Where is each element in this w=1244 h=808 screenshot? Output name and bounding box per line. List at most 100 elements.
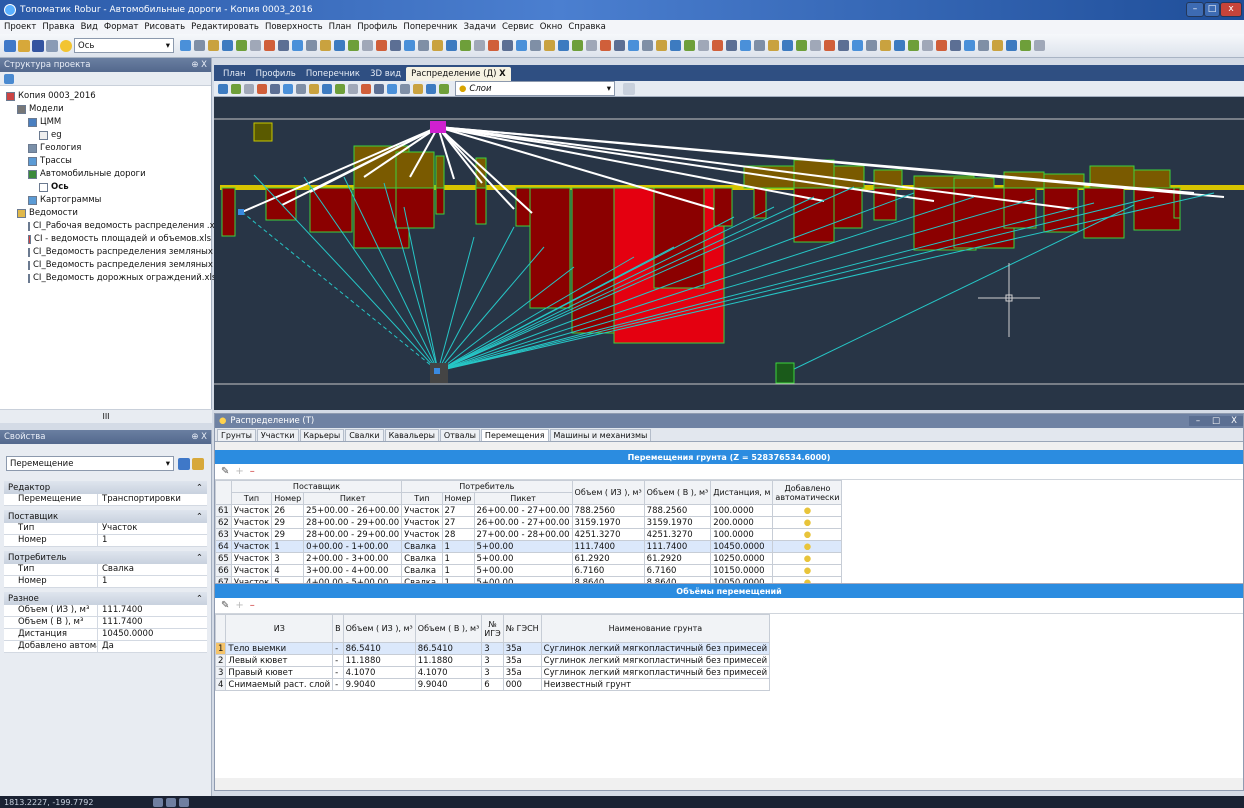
table-cell[interactable]: 8.8640 <box>571 576 645 583</box>
table-cell[interactable]: 10050.0000 <box>710 576 774 583</box>
toolbar-tool-icon[interactable] <box>824 40 835 51</box>
table-cell[interactable]: 6.7160 <box>571 564 645 577</box>
close-window-button[interactable]: X <box>1225 416 1243 426</box>
tab-spoil[interactable]: Отвалы <box>439 429 480 441</box>
table-cell[interactable]: Правый кювет <box>225 666 334 679</box>
toolbar-tool-icon[interactable] <box>712 40 723 51</box>
menu-tasks[interactable]: Задачи <box>464 22 496 32</box>
table-cell[interactable]: 10250.0000 <box>710 552 774 565</box>
toolbar-tool-icon[interactable] <box>264 40 275 51</box>
table-cell[interactable]: Участок <box>401 504 443 517</box>
col-consumer-picket[interactable]: Пикет <box>473 492 573 505</box>
property-value[interactable]: 111.7400 <box>98 617 143 628</box>
table-cell[interactable]: 6.7160 <box>643 564 712 577</box>
toolbar-tool-icon[interactable] <box>670 40 681 51</box>
cad-tool-icon[interactable] <box>257 83 267 94</box>
table-cell[interactable]: 10150.0000 <box>710 564 774 577</box>
table-row[interactable]: 62 Участок 29 28+00.00 - 29+00.00 Участок 27 2… <box>215 516 843 529</box>
col-distance[interactable]: Дистанция, м <box>710 480 774 505</box>
toolbar-tool-icon[interactable] <box>908 40 919 51</box>
col-supplier[interactable]: Поставщик <box>230 480 403 493</box>
edit-icon[interactable]: ✎ <box>221 600 229 611</box>
col-gesn[interactable]: № ГЭСН <box>502 614 542 643</box>
table-cell[interactable]: Неизвестный грунт <box>540 678 771 691</box>
table-cell[interactable]: 1 <box>441 552 475 565</box>
cad-tool-icon[interactable] <box>322 83 332 94</box>
sort-icon[interactable] <box>192 457 204 470</box>
scroll-thumb[interactable]: III <box>102 412 109 421</box>
cad-tool-icon[interactable] <box>387 83 397 94</box>
toolbar-tool-icon[interactable] <box>544 40 555 51</box>
table-cell[interactable]: Снимаемый раст. слой <box>225 678 334 691</box>
toolbar-tool-icon[interactable] <box>964 40 975 51</box>
tree-item[interactable]: ЦММ <box>0 116 211 129</box>
cad-tool-icon[interactable] <box>296 83 306 94</box>
toolbar-tool-icon[interactable] <box>404 40 415 51</box>
col-consumer-type[interactable]: Тип <box>401 492 443 505</box>
table-cell[interactable]: ● <box>772 540 843 553</box>
table-cell[interactable]: 100.0000 <box>710 528 774 541</box>
table-cell[interactable]: 3+00.00 - 4+00.00 <box>303 564 403 577</box>
toolbar-tool-icon[interactable] <box>334 40 345 51</box>
table-cell[interactable]: 28 <box>441 528 475 541</box>
col-consumer-number[interactable]: Номер <box>441 492 475 505</box>
collapse-icon[interactable]: ⌃ <box>196 512 203 522</box>
table-cell[interactable]: Участок <box>230 564 273 577</box>
table-cell[interactable]: - <box>332 666 344 679</box>
table-row[interactable]: 66 Участок 4 3+00.00 - 4+00.00 Свалка 1 5+00.0… <box>215 564 843 577</box>
table-cell[interactable]: 9.9040 <box>414 678 483 691</box>
menu-view[interactable]: Вид <box>81 22 98 32</box>
toolbar-tool-icon[interactable] <box>978 40 989 51</box>
table-cell[interactable]: 1 <box>441 540 475 553</box>
table-cell[interactable]: 4.1070 <box>342 666 416 679</box>
toolbar-tool-icon[interactable] <box>222 40 233 51</box>
table-cell[interactable]: ● <box>772 504 843 517</box>
property-row[interactable]: Номер 1 <box>4 576 207 588</box>
property-row[interactable]: Дистанция 10450.0000 <box>4 629 207 641</box>
table-cell[interactable]: 29 <box>271 528 305 541</box>
minimize-button[interactable]: – <box>1186 2 1204 17</box>
menu-cross[interactable]: Поперечник <box>403 22 457 32</box>
toolbar-tool-icon[interactable] <box>250 40 261 51</box>
toolbar-tool-icon[interactable] <box>446 40 457 51</box>
toolbar-tool-icon[interactable] <box>992 40 1003 51</box>
table-cell[interactable]: 111.7400 <box>571 540 645 553</box>
table-cell[interactable]: 29 <box>271 516 305 529</box>
tab-machines[interactable]: Машины и механизмы <box>549 429 652 441</box>
snap-icon[interactable] <box>153 797 164 807</box>
table-row[interactable]: 63 Участок 29 28+00.00 - 29+00.00 Участок 28 2… <box>215 528 843 541</box>
toolbar-tool-icon[interactable] <box>488 40 499 51</box>
refresh-icon[interactable] <box>4 74 14 84</box>
collapse-icon[interactable]: ⌃ <box>196 483 203 493</box>
table-cell[interactable]: 35а <box>502 666 542 679</box>
property-value[interactable]: 1 <box>98 535 107 546</box>
table-cell[interactable]: 4251.3270 <box>643 528 712 541</box>
col-iz[interactable]: ИЗ <box>225 614 334 643</box>
menu-help[interactable]: Справка <box>568 22 605 32</box>
toolbar-tool-icon[interactable] <box>796 40 807 51</box>
table-cell[interactable]: 11.1880 <box>414 654 483 667</box>
print-icon[interactable] <box>46 39 58 52</box>
table-cell[interactable]: - <box>332 678 344 691</box>
tree-item[interactable]: CI - ведомость площадей и объемов.xls <box>0 233 211 246</box>
col-auto[interactable]: Добавлено автоматически <box>772 480 843 505</box>
toolbar-tool-icon[interactable] <box>600 40 611 51</box>
toolbar-tool-icon[interactable] <box>306 40 317 51</box>
table-cell[interactable]: 788.2560 <box>643 504 712 517</box>
toolbar-tool-icon[interactable] <box>362 40 373 51</box>
property-row[interactable]: Тип Свалка <box>4 564 207 576</box>
toolbar-tool-icon[interactable] <box>726 40 737 51</box>
table-cell[interactable]: 5+00.00 <box>473 576 573 583</box>
toolbar-tool-icon[interactable] <box>474 40 485 51</box>
table-cell[interactable]: 3 <box>481 642 504 655</box>
table-cell[interactable]: 000 <box>502 678 542 691</box>
toolbar-tool-icon[interactable] <box>936 40 947 51</box>
tab-profile[interactable]: Профиль <box>251 67 301 81</box>
cad-tool-icon[interactable] <box>413 83 423 94</box>
menu-surface[interactable]: Поверхность <box>265 22 323 32</box>
cad-tool-icon[interactable] <box>439 83 449 94</box>
table-cell[interactable]: 27 <box>441 504 475 517</box>
toolbar-tool-icon[interactable] <box>390 40 401 51</box>
toolbar-tool-icon[interactable] <box>698 40 709 51</box>
table-cell[interactable]: 28+00.00 - 29+00.00 <box>303 528 403 541</box>
